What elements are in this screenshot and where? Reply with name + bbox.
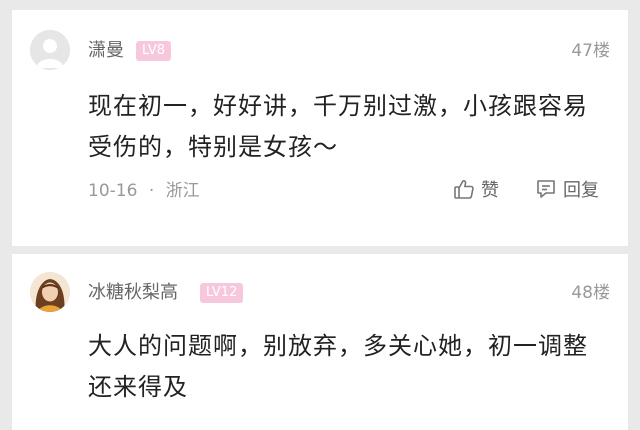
user-photo-avatar [30,272,70,312]
floor-number: 47楼 [571,41,610,61]
default-avatar-icon [30,30,70,70]
avatar[interactable] [30,272,70,312]
thumbs-up-icon [454,180,474,199]
like-button[interactable]: 赞 [453,176,499,202]
avatar[interactable] [30,30,70,70]
comment-text: 大人的问题啊，别放弃，多关心她，初一调整还来得及 [88,332,588,401]
reply-comment-icon [537,180,555,198]
comment-text: 现在初一，好好讲，千万别过激，小孩跟容易受伤的，特别是女孩～ [88,92,588,161]
username[interactable]: 冰糖秋梨高 [88,282,178,304]
reply-button[interactable]: 回复 [535,176,599,202]
like-label: 赞 [481,180,499,201]
username[interactable]: 潇曼 [88,40,124,62]
meta-separator: · [148,181,155,201]
comment-card: 冰糖秋梨高 LV12 48楼 大人的问题啊，别放弃，多关心她，初一调整还来得及 [12,254,628,430]
comment-meta: 10-16 · 浙江 [88,180,200,202]
level-badge: LV12 [200,283,244,303]
level-badge: LV8 [136,41,171,61]
comment-date: 10-16 [88,181,138,201]
comment-card: 潇曼 LV8 47楼 现在初一，好好讲，千万别过激，小孩跟容易受伤的，特别是女孩… [12,10,628,246]
comment-location: 浙江 [165,181,200,201]
floor-number: 48楼 [571,283,610,303]
reply-label: 回复 [563,180,599,201]
